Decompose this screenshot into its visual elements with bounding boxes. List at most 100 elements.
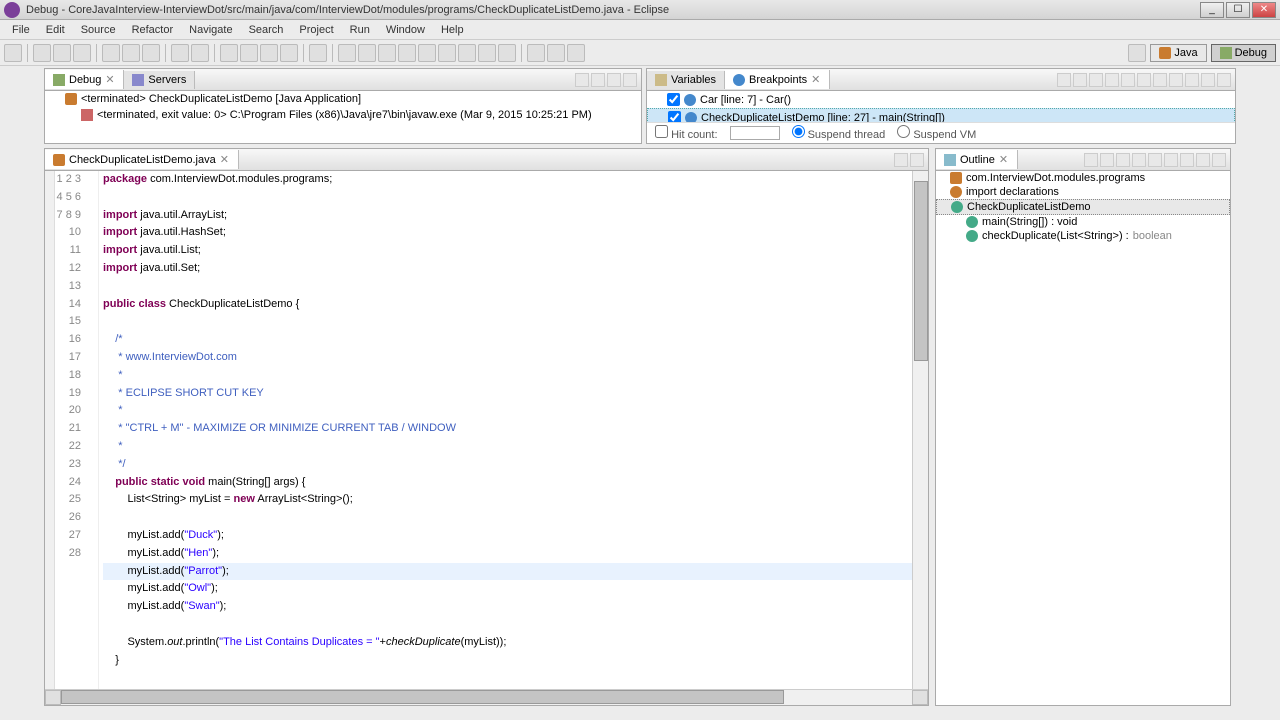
outline-package[interactable]: com.InterviewDot.modules.programs bbox=[936, 171, 1230, 185]
drop-frame-button[interactable] bbox=[478, 44, 496, 62]
menu-navigate[interactable]: Navigate bbox=[181, 22, 240, 38]
suspend-thread-radio[interactable]: Suspend thread bbox=[792, 125, 886, 141]
back-button[interactable] bbox=[547, 44, 565, 62]
menu-search[interactable]: Search bbox=[241, 22, 292, 38]
maximize-view-button[interactable] bbox=[1212, 153, 1226, 167]
close-icon[interactable]: ✕ bbox=[105, 73, 115, 86]
resume-button[interactable] bbox=[338, 44, 356, 62]
menu-run[interactable]: Run bbox=[342, 22, 378, 38]
search-button[interactable] bbox=[240, 44, 258, 62]
minimize-editor-button[interactable] bbox=[894, 153, 908, 167]
goto-file-button[interactable] bbox=[1105, 73, 1119, 87]
skip-all-button[interactable] bbox=[1121, 73, 1135, 87]
tab-breakpoints[interactable]: Breakpoints✕ bbox=[725, 70, 830, 89]
outline-imports[interactable]: import declarations bbox=[936, 185, 1230, 199]
scroll-left-button[interactable] bbox=[45, 690, 61, 705]
tab-servers[interactable]: Servers bbox=[124, 71, 195, 89]
close-icon[interactable]: ✕ bbox=[999, 153, 1009, 166]
menu-help[interactable]: Help bbox=[433, 22, 472, 38]
maximize-button[interactable]: ☐ bbox=[1226, 2, 1250, 18]
close-button[interactable]: ✕ bbox=[1252, 2, 1276, 18]
scroll-right-button[interactable] bbox=[912, 690, 928, 705]
menu-file[interactable]: File bbox=[4, 22, 38, 38]
step-return-button[interactable] bbox=[458, 44, 476, 62]
breakpoint-row[interactable]: Car [line: 7] - Car() bbox=[647, 91, 1235, 108]
fold-ruler[interactable] bbox=[87, 171, 99, 689]
view-menu-button[interactable] bbox=[1185, 73, 1199, 87]
terminate-button[interactable] bbox=[378, 44, 396, 62]
hide-localtypes-button[interactable] bbox=[1148, 153, 1162, 167]
task-button[interactable] bbox=[280, 44, 298, 62]
forward-button[interactable] bbox=[567, 44, 585, 62]
hide-fields-button[interactable] bbox=[1100, 153, 1114, 167]
maximize-view-button[interactable] bbox=[623, 73, 637, 87]
marker-ruler[interactable] bbox=[45, 171, 55, 689]
disconnect-button[interactable] bbox=[398, 44, 416, 62]
horizontal-scrollbar[interactable] bbox=[45, 689, 928, 705]
view-menu-button[interactable] bbox=[591, 73, 605, 87]
step-into-button[interactable] bbox=[418, 44, 436, 62]
outline-method[interactable]: main(String[]) : void bbox=[936, 215, 1230, 229]
perspective-debug[interactable]: Debug bbox=[1211, 44, 1276, 62]
expand-all-button[interactable] bbox=[1137, 73, 1151, 87]
open-perspective-button[interactable] bbox=[1128, 44, 1146, 62]
minimize-button[interactable]: _ bbox=[1200, 2, 1224, 18]
hide-nonpublic-button[interactable] bbox=[1132, 153, 1146, 167]
perspective-java[interactable]: Java bbox=[1150, 44, 1206, 62]
source-code[interactable]: package com.InterviewDot.modules.program… bbox=[99, 171, 912, 689]
code-editor[interactable]: 1 2 3 4 5 6 7 8 9 10 11 12 13 14 15 16 1… bbox=[45, 171, 928, 689]
scroll-thumb[interactable] bbox=[61, 690, 784, 704]
tab-outline[interactable]: Outline✕ bbox=[936, 150, 1018, 169]
save-button[interactable] bbox=[33, 44, 51, 62]
show-supported-button[interactable] bbox=[1089, 73, 1103, 87]
close-icon[interactable]: ✕ bbox=[220, 153, 230, 166]
ext-tools-button[interactable] bbox=[142, 44, 160, 62]
hit-count-check[interactable]: Hit count: bbox=[655, 125, 718, 141]
new-class-button[interactable] bbox=[191, 44, 209, 62]
open-type-button[interactable] bbox=[220, 44, 238, 62]
focus-button[interactable] bbox=[1164, 153, 1178, 167]
save-all-button[interactable] bbox=[53, 44, 71, 62]
skip-breakpoints-button[interactable] bbox=[309, 44, 327, 62]
toggle-mark-button[interactable] bbox=[260, 44, 278, 62]
debug-tree-row[interactable]: <terminated, exit value: 0> C:\Program F… bbox=[45, 107, 641, 123]
tab-variables[interactable]: Variables bbox=[647, 71, 725, 89]
link-button[interactable] bbox=[1169, 73, 1183, 87]
sort-button[interactable] bbox=[1084, 153, 1098, 167]
new-package-button[interactable] bbox=[171, 44, 189, 62]
scroll-thumb[interactable] bbox=[914, 181, 928, 361]
outline-method[interactable]: checkDuplicate(List<String>) : boolean bbox=[936, 229, 1230, 243]
vertical-scrollbar[interactable] bbox=[912, 171, 928, 689]
suspend-vm-radio[interactable]: Suspend VM bbox=[897, 125, 976, 141]
minimize-view-button[interactable] bbox=[1196, 153, 1210, 167]
step-over-button[interactable] bbox=[438, 44, 456, 62]
remove-bp-button[interactable] bbox=[1057, 73, 1071, 87]
remove-all-bp-button[interactable] bbox=[1073, 73, 1087, 87]
maximize-view-button[interactable] bbox=[1217, 73, 1231, 87]
collapse-all-button[interactable] bbox=[1153, 73, 1167, 87]
menu-window[interactable]: Window bbox=[378, 22, 433, 38]
menu-source[interactable]: Source bbox=[73, 22, 124, 38]
step-filters-button[interactable] bbox=[498, 44, 516, 62]
editor-tab[interactable]: CheckDuplicateListDemo.java✕ bbox=[45, 150, 239, 169]
minimize-view-button[interactable] bbox=[1201, 73, 1215, 87]
tab-debug[interactable]: Debug✕ bbox=[45, 70, 124, 89]
last-edit-button[interactable] bbox=[527, 44, 545, 62]
bp-checkbox[interactable] bbox=[668, 111, 681, 122]
debug-tree-row[interactable]: <terminated> CheckDuplicateListDemo [Jav… bbox=[45, 91, 641, 107]
menu-refactor[interactable]: Refactor bbox=[124, 22, 182, 38]
hide-static-button[interactable] bbox=[1116, 153, 1130, 167]
outline-class[interactable]: CheckDuplicateListDemo bbox=[936, 199, 1230, 215]
run-button[interactable] bbox=[122, 44, 140, 62]
menu-edit[interactable]: Edit bbox=[38, 22, 73, 38]
hit-count-input[interactable] bbox=[730, 126, 780, 140]
view-menu-button[interactable] bbox=[1180, 153, 1194, 167]
print-button[interactable] bbox=[73, 44, 91, 62]
maximize-editor-button[interactable] bbox=[910, 153, 924, 167]
remove-terminated-button[interactable] bbox=[575, 73, 589, 87]
new-button[interactable] bbox=[4, 44, 22, 62]
breakpoint-row[interactable]: CheckDuplicateListDemo [line: 27] - main… bbox=[647, 108, 1235, 122]
bp-checkbox[interactable] bbox=[667, 93, 680, 106]
debug-button[interactable] bbox=[102, 44, 120, 62]
minimize-view-button[interactable] bbox=[607, 73, 621, 87]
